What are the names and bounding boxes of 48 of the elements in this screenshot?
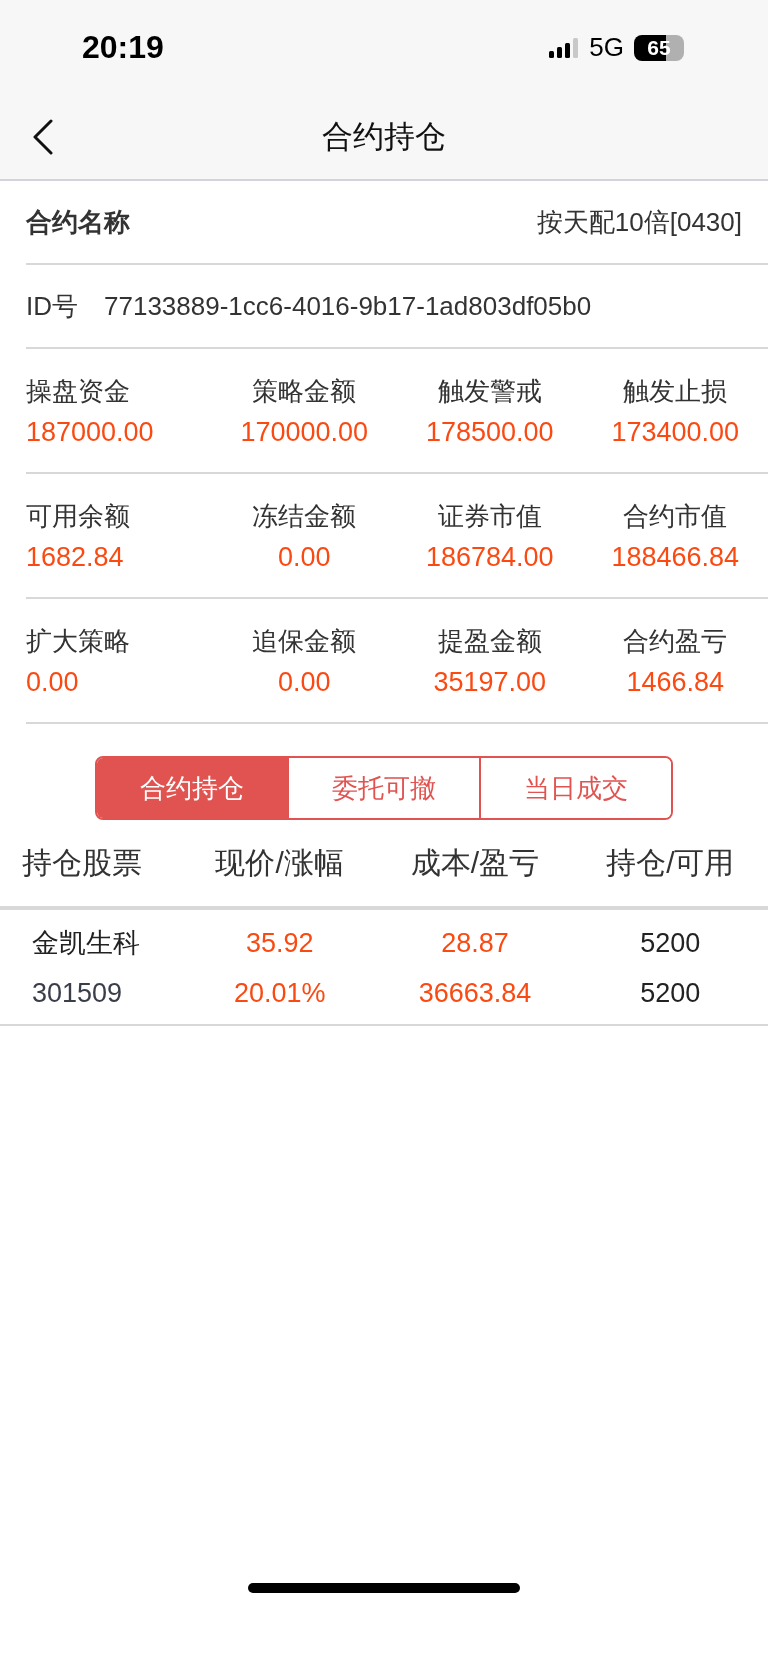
stat-value: 35197.00 <box>433 666 547 698</box>
page-title: 合约持仓 <box>322 118 446 156</box>
stat-value: 187000.00 <box>26 416 154 448</box>
stat-label: 扩大策略 <box>26 624 130 658</box>
stat-value: 170000.00 <box>240 416 369 448</box>
stat-value: 0.00 <box>277 666 331 698</box>
stat-value: 186784.00 <box>425 541 554 573</box>
column-header: 成本/盈亏 <box>409 844 541 881</box>
status-time: 20:19 <box>82 29 164 66</box>
stock-name: 金凯生科 <box>31 927 141 960</box>
stat-value: 0.00 <box>26 666 79 698</box>
stat-label: 合约盈亏 <box>623 624 728 658</box>
stat-label: 触发警戒 <box>437 374 542 408</box>
stat-value: 1466.84 <box>626 666 725 698</box>
stat-label: 策略金额 <box>252 374 357 408</box>
stat-value: 178500.00 <box>425 416 554 448</box>
holding-row[interactable]: 金凯生科 35.92 28.87 5200 301509 20.01% 36663.84 5200 <box>0 910 768 1026</box>
current-price: 35.92 <box>244 927 315 959</box>
tab[interactable]: 合约持仓 <box>97 758 287 818</box>
signal-icon <box>549 37 580 58</box>
stat-label: 操盘资金 <box>26 374 130 408</box>
profit-loss: 36663.84 <box>417 977 533 1009</box>
tab[interactable]: 当日成交 <box>479 758 671 818</box>
position-quantity: 5200 <box>639 927 702 959</box>
stat-label: 提盈金额 <box>437 624 542 658</box>
stat-label: 可用余额 <box>26 499 130 533</box>
back-icon[interactable] <box>32 119 54 155</box>
contract-name-label: 合约名称 <box>26 205 130 239</box>
stat-label: 证券市值 <box>437 499 542 533</box>
stat-label: 追保金额 <box>252 624 357 658</box>
contract-name-value: 按天配10倍[0430] <box>536 205 742 239</box>
column-header: 持仓/可用 <box>605 844 736 881</box>
column-header: 持仓股票 <box>21 844 143 881</box>
network-label: 5G <box>589 32 624 63</box>
available-quantity: 5200 <box>639 977 702 1009</box>
stat-value: 173400.00 <box>611 416 740 448</box>
stat-value: 1682.84 <box>26 541 124 573</box>
column-header: 现价/涨幅 <box>214 844 345 881</box>
stat-value: 188466.84 <box>611 541 740 573</box>
stock-code: 301509 <box>31 977 124 1009</box>
price-change: 20.01% <box>232 977 327 1009</box>
stat-label: 合约市值 <box>623 499 728 533</box>
cost-price: 28.87 <box>440 927 510 959</box>
id-value: 77133889-1cc6-4016-9b17-1ad803df05b0 <box>104 290 592 322</box>
stat-label: 触发止损 <box>623 374 728 408</box>
id-label: ID号 <box>26 289 78 323</box>
stat-label: 冻结金额 <box>252 499 357 533</box>
stat-value: 0.00 <box>277 541 331 573</box>
